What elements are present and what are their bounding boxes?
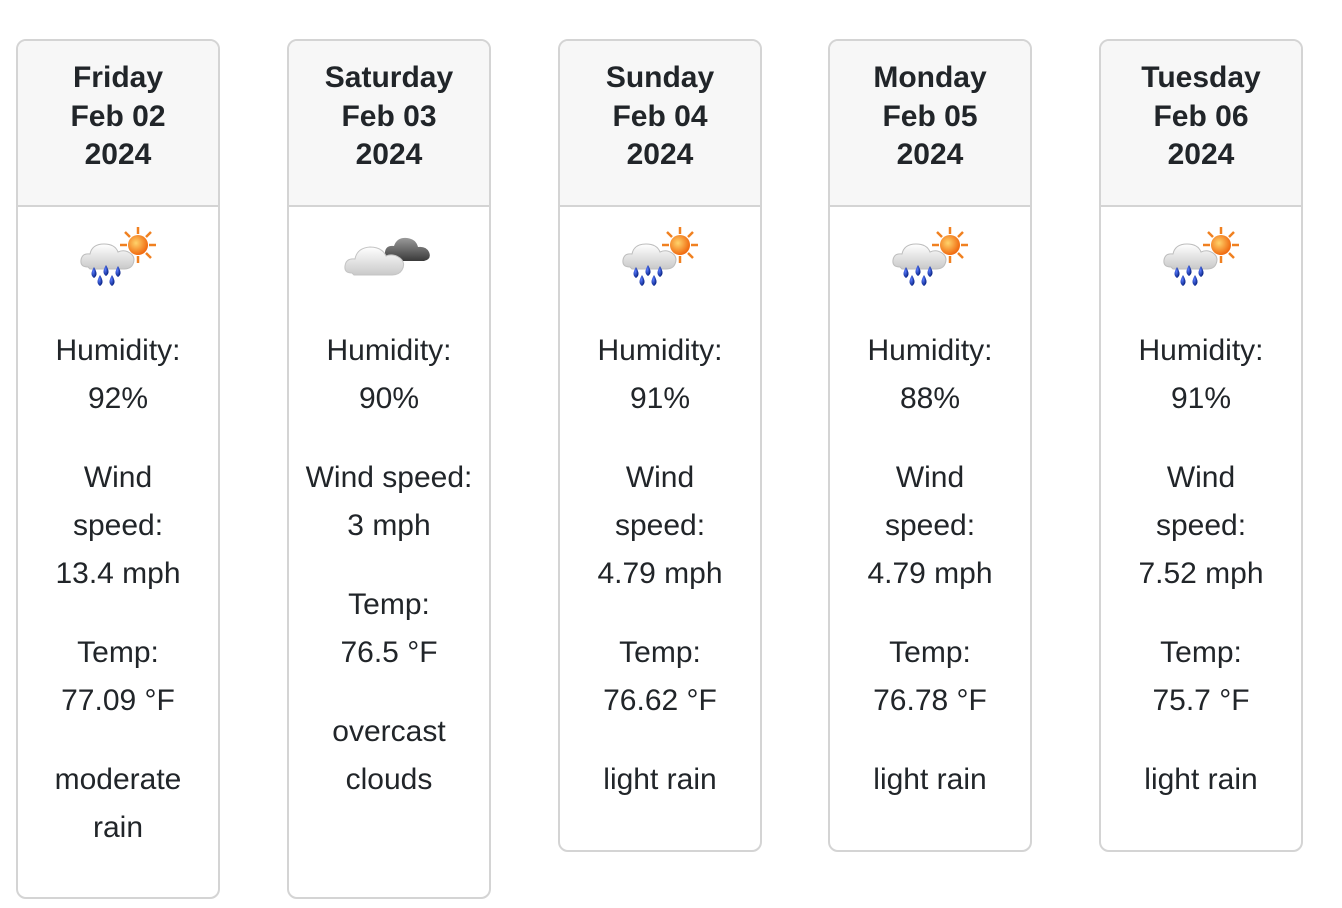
temperature: Temp: 75.7 °F (1101, 629, 1301, 725)
temperature-label: Temp: (77, 636, 159, 669)
temperature-value: 76.62 °F (603, 684, 717, 717)
humidity-value: 92% (87, 382, 149, 415)
card-body: Humidity: 91% Wind speed: 4.79 mph Temp:… (560, 207, 760, 804)
day-name: Friday (72, 61, 164, 94)
humidity-label: Humidity: (867, 334, 993, 367)
card-header: Monday Feb 05 2024 (830, 41, 1030, 207)
wind-speed-value: 7.52 mph (1138, 557, 1264, 590)
humidity-label: Humidity: (597, 334, 723, 367)
forecast-card-day-2: Saturday Feb 03 2024 Humidity: 90% Wind … (287, 39, 491, 899)
year: 2024 (626, 138, 694, 171)
date: Feb 04 (612, 99, 708, 133)
temperature-value: 76.78 °F (873, 684, 987, 717)
wind-speed: Wind speed: 13.4 mph (18, 454, 218, 598)
humidity: Humidity: 92% (18, 327, 218, 423)
card-body: Humidity: 92% Wind speed: 13.4 mph Temp:… (18, 207, 218, 852)
year: 2024 (355, 138, 423, 171)
year: 2024 (84, 138, 152, 171)
wind-speed-label: Wind speed: (72, 461, 164, 542)
card-header: Saturday Feb 03 2024 (289, 41, 489, 207)
day-name: Saturday (324, 61, 454, 94)
forecast-row: Friday Feb 02 2024 Humidity: 92% Wind sp… (0, 0, 1342, 908)
temperature-value: 76.5 °F (340, 636, 438, 669)
date: Feb 02 (70, 99, 166, 133)
day-name: Tuesday (1141, 61, 1261, 94)
wind-speed-value: 3 mph (347, 509, 431, 542)
rain-sun-icon (80, 227, 156, 286)
temperature: Temp: 76.62 °F (560, 629, 760, 725)
weather-description: light rain (603, 763, 717, 796)
date: Feb 06 (1153, 99, 1249, 133)
rain-sun-icon (622, 227, 698, 286)
year: 2024 (1167, 138, 1235, 171)
weather-description: light rain (1144, 763, 1258, 796)
temperature: Temp: 77.09 °F (18, 629, 218, 725)
wind-speed-value: 4.79 mph (867, 557, 993, 590)
humidity-value: 91% (629, 382, 691, 415)
wind-speed: Wind speed: 7.52 mph (1101, 454, 1301, 598)
humidity-value: 88% (899, 382, 961, 415)
temperature-label: Temp: (889, 636, 971, 669)
temperature-value: 75.7 °F (1152, 684, 1250, 717)
weather-description: moderate rain (54, 763, 182, 844)
temperature-label: Temp: (348, 588, 430, 621)
rain-sun-icon (1163, 227, 1239, 286)
wind-speed-value: 13.4 mph (55, 557, 181, 590)
forecast-card-day-4: Monday Feb 05 2024 Humidity: 88% Wind sp… (828, 39, 1032, 852)
wind-speed-label: Wind speed: (1155, 461, 1247, 542)
rain-sun-icon (892, 227, 968, 286)
date: Feb 03 (341, 99, 437, 133)
forecast-card-day-3: Sunday Feb 04 2024 Humidity: 91% Wind sp… (558, 39, 762, 852)
temperature-label: Temp: (1160, 636, 1242, 669)
weather-description: overcast clouds (332, 715, 446, 796)
wind-speed-label: Wind speed: (884, 461, 976, 542)
humidity: Humidity: 88% (830, 327, 1030, 423)
card-header: Sunday Feb 04 2024 (560, 41, 760, 207)
humidity-label: Humidity: (55, 334, 181, 367)
humidity: Humidity: 90% (289, 327, 489, 423)
card-header: Friday Feb 02 2024 (18, 41, 218, 207)
wind-speed: Wind speed: 4.79 mph (830, 454, 1030, 598)
temperature: Temp: 76.78 °F (830, 629, 1030, 725)
day-name: Monday (873, 61, 987, 94)
wind-speed: Wind speed: 4.79 mph (560, 454, 760, 598)
date: Feb 05 (882, 99, 978, 133)
card-body: Humidity: 88% Wind speed: 4.79 mph Temp:… (830, 207, 1030, 804)
card-body: Humidity: 90% Wind speed: 3 mph Temp: 76… (289, 207, 489, 804)
overcast-clouds-icon (344, 237, 430, 276)
day-name: Sunday (605, 61, 715, 94)
wind-speed-label: Wind speed: (305, 461, 473, 494)
humidity: Humidity: 91% (560, 327, 760, 423)
humidity-value: 91% (1170, 382, 1232, 415)
humidity: Humidity: 91% (1101, 327, 1301, 423)
humidity-label: Humidity: (326, 334, 452, 367)
wind-speed: Wind speed: 3 mph (289, 454, 489, 550)
temperature-label: Temp: (619, 636, 701, 669)
temperature: Temp: 76.5 °F (289, 581, 489, 677)
humidity-label: Humidity: (1138, 334, 1264, 367)
card-body: Humidity: 91% Wind speed: 7.52 mph Temp:… (1101, 207, 1301, 804)
forecast-card-day-5: Tuesday Feb 06 2024 Humidity: 91% Wind s… (1099, 39, 1303, 852)
wind-speed-value: 4.79 mph (597, 557, 723, 590)
forecast-card-day-1: Friday Feb 02 2024 Humidity: 92% Wind sp… (16, 39, 220, 899)
temperature-value: 77.09 °F (61, 684, 175, 717)
humidity-value: 90% (358, 382, 420, 415)
card-header: Tuesday Feb 06 2024 (1101, 41, 1301, 207)
wind-speed-label: Wind speed: (614, 461, 706, 542)
year: 2024 (896, 138, 964, 171)
weather-description: light rain (873, 763, 987, 796)
